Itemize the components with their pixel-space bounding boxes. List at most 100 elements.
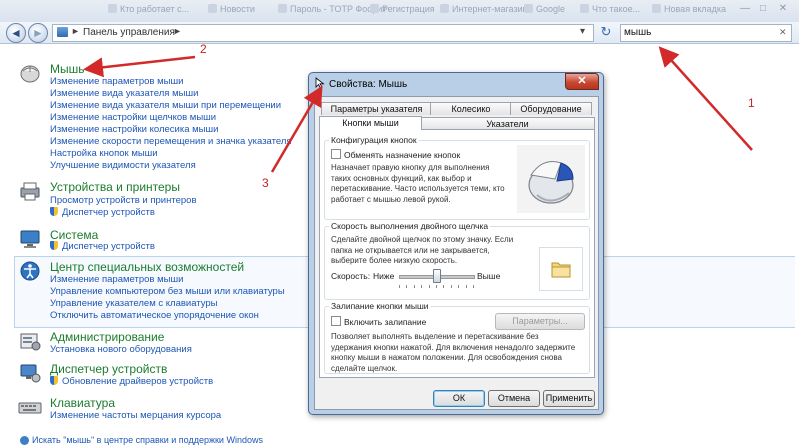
accessibility-icon	[20, 261, 40, 281]
dialog-title: Свойства: Мышь	[329, 79, 408, 90]
tab-buttons[interactable]: Кнопки мыши	[319, 116, 422, 130]
mouse-link[interactable]: Изменение вида указателя мыши при переме…	[50, 100, 281, 111]
address-bar[interactable]: ► Панель управления ► ▾	[52, 24, 594, 42]
speed-slider-thumb[interactable]	[433, 269, 441, 283]
category-title[interactable]: Система	[50, 228, 98, 242]
system-link[interactable]: Диспетчер устройств	[50, 241, 155, 252]
slider-tick	[458, 285, 460, 288]
breadcrumb[interactable]: Панель управления	[83, 27, 175, 38]
category-title[interactable]: Клавиатура	[50, 396, 115, 410]
help-search-row: Искать "мышь" в центре справки и поддерж…	[0, 434, 799, 448]
slider-tick	[421, 285, 423, 288]
devices-link[interactable]: Диспетчер устройств	[50, 207, 155, 218]
button-config-description: Назначает правую кнопку для выполнения т…	[331, 163, 505, 204]
search-input[interactable]: мышь ✕	[620, 24, 792, 42]
apply-button[interactable]: Применить	[543, 390, 595, 407]
category-title[interactable]: Устройства и принтеры	[50, 180, 180, 194]
accessibility-link[interactable]: Управление указателем с клавиатуры	[50, 298, 218, 309]
category-title[interactable]: Мышь	[50, 62, 85, 76]
click-lock-group: Залипание кнопки мыши Включить залипание…	[324, 301, 590, 374]
device-manager-icon	[20, 364, 41, 383]
page-icon	[652, 4, 661, 13]
mouse-link[interactable]: Изменение вида указателя мыши	[50, 88, 198, 99]
control-panel-icon	[57, 27, 68, 37]
page-icon	[278, 4, 287, 13]
test-area[interactable]	[539, 247, 583, 291]
mouse-pointer-icon	[315, 77, 325, 89]
browser-tab[interactable]: Что такое...	[580, 4, 640, 18]
admin-tools-icon	[20, 333, 41, 351]
slider-tick	[413, 285, 415, 288]
click-lock-checkbox[interactable]: Включить залипание	[331, 316, 426, 327]
accessibility-link[interactable]: Управление компьютером без мыши или клав…	[50, 286, 285, 297]
group-title: Залипание кнопки мыши	[329, 301, 431, 311]
mouse-link[interactable]: Настройка кнопок мыши	[50, 148, 158, 159]
admin-link[interactable]: Установка нового оборудования	[50, 344, 192, 355]
slider-tick	[436, 285, 437, 288]
computer-icon	[20, 230, 40, 248]
browser-tab[interactable]: Новости	[208, 4, 255, 18]
mouse-illustration-icon	[517, 145, 585, 213]
tab-pointer-options[interactable]: Параметры указателя	[321, 102, 432, 115]
double-click-description: Сделайте двойной щелчок по этому значку.…	[331, 235, 514, 265]
device-manager-link[interactable]: Обновление драйверов устройств	[50, 376, 213, 387]
help-icon	[20, 436, 29, 445]
breadcrumb-separator-icon: ►	[71, 26, 80, 36]
slider-tick	[473, 285, 474, 288]
annotation-label-2: 2	[200, 42, 207, 56]
printer-icon	[20, 182, 40, 201]
clear-search-icon[interactable]: ✕	[779, 27, 787, 38]
close-window-button[interactable]: ✕	[776, 3, 790, 15]
speed-label: Скорость:	[331, 271, 371, 281]
double-click-group: Скорость выполнения двойного щелчка Сдел…	[324, 221, 590, 300]
mouse-properties-dialog: Свойства: Мышь ✕ Параметры указателя Кол…	[308, 72, 604, 415]
dialog-close-button[interactable]: ✕	[565, 73, 599, 90]
arrow-1	[658, 46, 753, 151]
accessibility-link[interactable]: Изменение параметров мыши	[50, 274, 183, 285]
arrow-2	[83, 55, 196, 78]
click-lock-description: Позволяет выполнять выделение и перетаск…	[331, 332, 576, 373]
browser-tab[interactable]: Кто работает с...	[108, 4, 189, 18]
page-icon	[580, 4, 589, 13]
devices-link[interactable]: Просмотр устройств и принтеров	[50, 195, 197, 206]
checkbox-box[interactable]	[331, 149, 341, 159]
help-search-link[interactable]: Искать "мышь" в центре справки и поддерж…	[32, 435, 263, 445]
speed-fast-label: Выше	[477, 271, 501, 281]
back-button[interactable]: ◄	[6, 23, 26, 43]
tab-wheel[interactable]: Колесико	[430, 102, 512, 115]
refresh-button[interactable]: ↻	[597, 24, 615, 40]
mouse-link[interactable]: Изменение скорости перемещения и значка …	[50, 136, 292, 147]
click-lock-settings-button[interactable]: Параметры...	[495, 313, 585, 330]
page-icon	[208, 4, 217, 13]
tab-hardware[interactable]: Оборудование	[510, 102, 592, 115]
category-title[interactable]: Администрирование	[50, 330, 164, 344]
mouse-link[interactable]: Изменение параметров мыши	[50, 76, 183, 87]
slider-tick	[465, 285, 467, 288]
speed-slow-label: Ниже	[373, 271, 395, 281]
forward-button[interactable]: ►	[28, 23, 48, 43]
mouse-link[interactable]: Изменение настройки щелчков мыши	[50, 112, 216, 123]
keyboard-link[interactable]: Изменение частоты мерцания курсора	[50, 410, 221, 421]
browser-tab[interactable]: Новая вкладка	[652, 4, 726, 18]
category-title[interactable]: Центр специальных возможностей	[50, 260, 244, 274]
browser-tab[interactable]: Интернет-магазин	[440, 4, 528, 18]
search-input-value: мышь	[624, 27, 652, 38]
page-icon	[370, 4, 379, 13]
accessibility-link[interactable]: Отключить автоматическое упорядочение ок…	[50, 310, 259, 321]
mouse-link[interactable]: Улучшение видимости указателя	[50, 160, 196, 171]
swap-buttons-checkbox[interactable]: Обменять назначение кнопок	[331, 149, 460, 160]
minimize-button[interactable]: —	[738, 3, 752, 15]
folder-icon[interactable]	[550, 258, 572, 280]
breadcrumb-separator-icon: ►	[173, 26, 182, 36]
cancel-button[interactable]: Отмена	[488, 390, 540, 407]
browser-tab[interactable]: Регистрация	[370, 4, 435, 18]
browser-tab[interactable]: Google	[524, 4, 565, 18]
chevron-down-icon[interactable]: ▾	[580, 26, 585, 37]
maximize-button[interactable]: □	[756, 3, 770, 15]
slider-tick	[443, 285, 445, 288]
category-title[interactable]: Диспетчер устройств	[50, 362, 167, 376]
annotation-label-1: 1	[748, 96, 755, 110]
mouse-link[interactable]: Изменение настройки колесика мыши	[50, 124, 218, 135]
checkbox-box[interactable]	[331, 316, 341, 326]
ok-button[interactable]: ОК	[433, 390, 485, 407]
